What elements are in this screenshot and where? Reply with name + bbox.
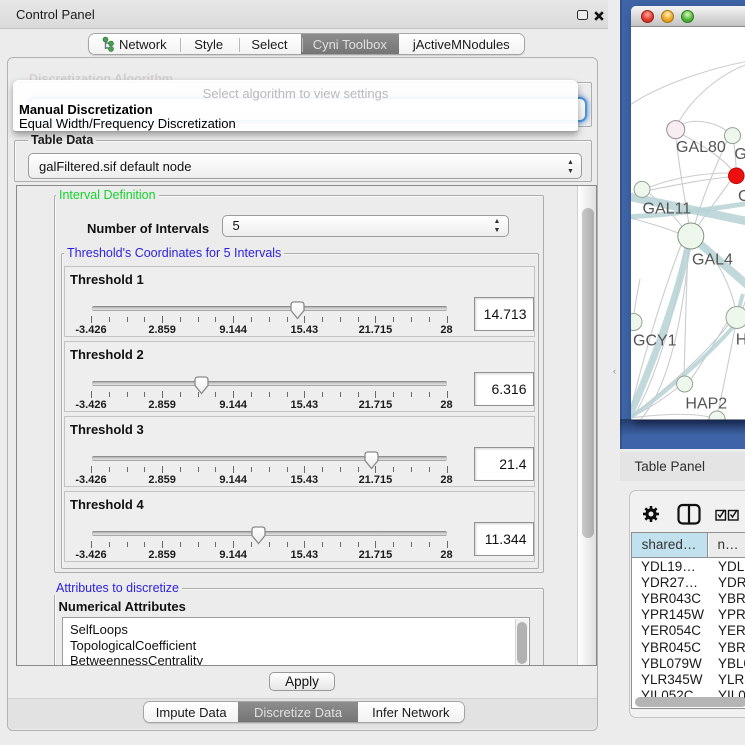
svg-text:GAL4: GAL4 [692,252,733,269]
svg-text:HAP2: HAP2 [685,396,727,413]
svg-text:H: H [736,332,745,349]
svg-text:GAL11: GAL11 [643,201,692,218]
svg-text:GCY1: GCY1 [633,333,677,350]
svg-text:GAL80: GAL80 [676,139,726,156]
svg-text:GA: GA [734,146,745,163]
svg-text:C: C [738,188,745,205]
